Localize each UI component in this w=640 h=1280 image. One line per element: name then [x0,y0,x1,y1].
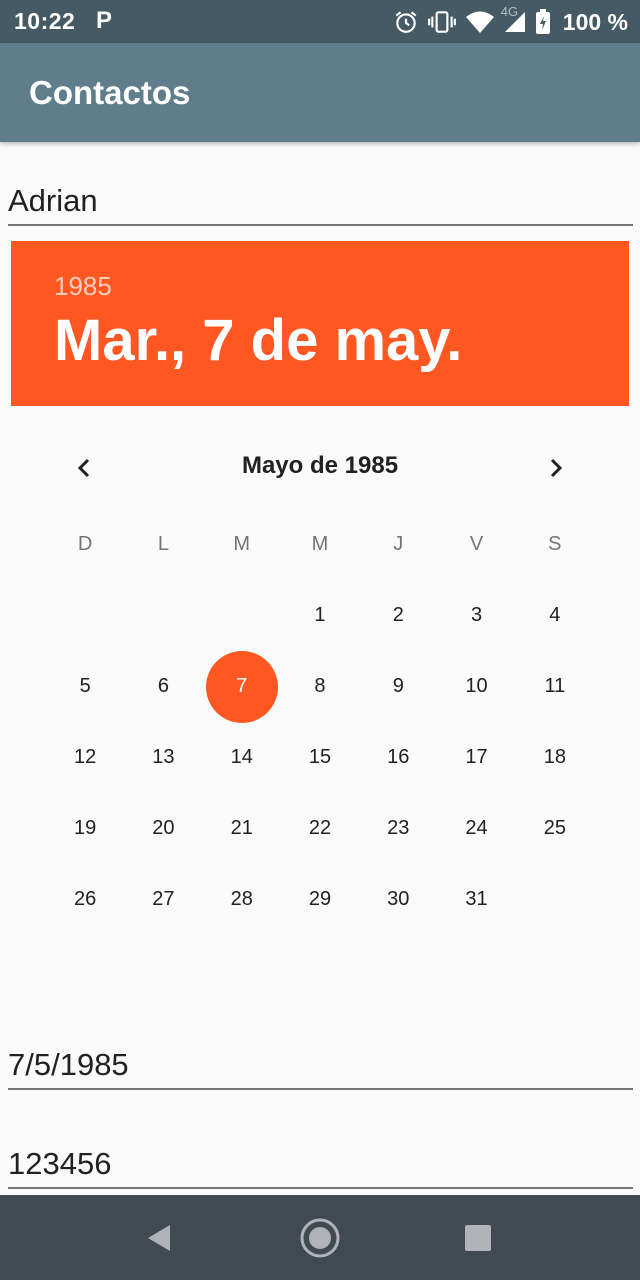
picker-year[interactable]: 1985 [54,271,112,302]
calendar-day[interactable]: 20 [124,793,202,864]
selected-day-number: 7 [236,675,248,697]
calendar-day[interactable]: 24 [437,793,515,864]
weekday-label: M [233,533,251,555]
recents-icon [465,1225,491,1251]
battery-percent: 100 % [562,8,628,35]
calendar-day[interactable]: 29 [281,864,359,935]
app-title: Contactos [29,74,191,111]
date-picker-header: 1985 Mar., 7 de may. [11,241,629,406]
status-bar: 10:22 P 4G 100 % [0,0,640,43]
home-button[interactable] [297,1215,343,1261]
calendar-day[interactable]: 13 [124,722,202,793]
calendar-day[interactable]: 30 [359,864,437,935]
month-navigation: Mayo de 1985 [0,440,640,496]
calendar-day-empty [516,864,594,935]
calendar-week-4: 19 20 21 22 23 24 25 [46,793,594,864]
weekday-label: V [469,533,484,555]
calendar-day-empty [124,580,202,651]
calendar-day[interactable]: 28 [203,864,281,935]
calendar-day[interactable]: 12 [46,722,124,793]
calendar-week-3: 12 13 14 15 16 17 18 [46,722,594,793]
calendar-day[interactable]: 11 [516,651,594,722]
calendar-day[interactable]: 9 [359,651,437,722]
calendar-day-empty [203,580,281,651]
weekday-label: D [77,533,93,555]
date-field[interactable]: 7/5/1985 [8,1045,633,1090]
calendar-day[interactable]: 22 [281,793,359,864]
calendar-day[interactable]: 1 [281,580,359,651]
calendar-day[interactable]: 4 [516,580,594,651]
calendar-day-selected[interactable]: 7 [203,650,281,723]
wifi-icon [465,10,495,34]
phone-field[interactable]: 123456 [8,1144,633,1189]
weekday-header-row: D L M M J V S [46,533,594,563]
back-icon [148,1225,170,1251]
calendar-day[interactable]: 17 [437,722,515,793]
weekday-label: M [311,533,329,555]
system-navigation-bar [0,1195,640,1280]
calendar-day[interactable]: 15 [281,722,359,793]
parking-notification-icon: P [96,7,113,34]
calendar-day[interactable]: 16 [359,722,437,793]
calendar-day[interactable]: 31 [437,864,515,935]
calendar-day[interactable]: 2 [359,580,437,651]
calendar-day[interactable]: 14 [203,722,281,793]
next-month-button[interactable] [531,444,579,492]
calendar-day[interactable]: 5 [46,651,124,722]
calendar-day[interactable]: 19 [46,793,124,864]
name-field[interactable]: Adrian [8,181,633,226]
calendar-week-1: 1 2 3 4 [46,580,594,651]
chevron-right-icon [550,458,563,478]
home-icon [300,1218,340,1258]
calendar-week-5: 26 27 28 29 30 31 [46,864,594,935]
weekday-label: J [393,533,404,555]
calendar-day[interactable]: 21 [203,793,281,864]
calendar-day[interactable]: 10 [437,651,515,722]
calendar-day[interactable]: 25 [516,793,594,864]
calendar-week-2: 5 6 7 8 9 10 11 [46,650,594,723]
calendar-day[interactable]: 27 [124,864,202,935]
alarm-icon [393,9,419,35]
calendar-day[interactable]: 18 [516,722,594,793]
screen: 10:22 P 4G 100 % Contactos Adrian 1985 M… [0,0,640,1280]
network-type-label: 4G [500,4,519,19]
calendar-day[interactable]: 6 [124,651,202,722]
picker-selected-date[interactable]: Mar., 7 de may. [54,307,462,374]
weekday-label: L [157,533,169,555]
signal-icon: 4G [501,4,527,34]
weekday-label: S [548,533,562,555]
calendar-day[interactable]: 23 [359,793,437,864]
back-button[interactable] [137,1215,183,1261]
status-time: 10:22 [14,8,76,34]
vibrate-icon [427,9,457,35]
calendar-day[interactable]: 3 [437,580,515,651]
status-icons: 4G 100 % [393,4,628,39]
calendar-day[interactable]: 8 [281,651,359,722]
calendar-day-empty [46,580,124,651]
calendar-day[interactable]: 26 [46,864,124,935]
recents-button[interactable] [455,1215,501,1261]
app-bar: Contactos [0,43,640,142]
battery-icon [535,9,551,35]
